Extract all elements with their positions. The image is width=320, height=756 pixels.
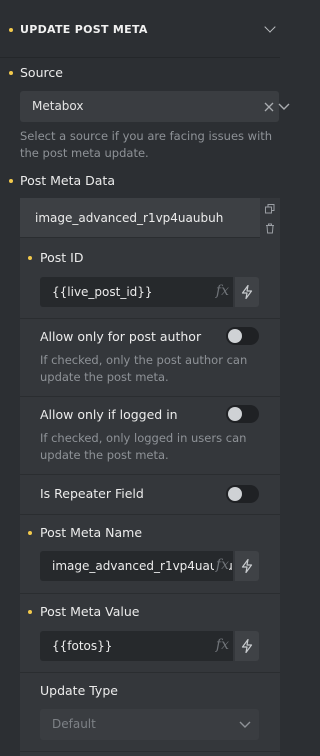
chevron-down-icon: [239, 721, 251, 728]
update-type-select[interactable]: Default: [40, 709, 259, 740]
dynamic-data-button[interactable]: [235, 277, 259, 307]
toggle-knob: [228, 329, 242, 343]
post-meta-name-input[interactable]: image_advanced_r1vp4uaubuh fx: [40, 551, 233, 581]
source-description: Select a source if you are facing issues…: [20, 129, 273, 160]
post-meta-data-label: Post Meta Data: [20, 173, 115, 188]
divider: [20, 514, 280, 515]
allow-logged-in-description: If checked, only logged in users can upd…: [40, 431, 247, 462]
post-meta-data-dot: [9, 179, 13, 183]
divider: [20, 751, 280, 752]
post-id-value: {{live_post_id}}: [52, 285, 153, 299]
toggle-knob: [228, 407, 242, 421]
repeater-item-actions: [260, 198, 280, 238]
toggle-knob: [228, 487, 242, 501]
fx-icon: fx: [215, 283, 229, 299]
divider: [20, 396, 280, 397]
is-repeater-label: Is Repeater Field: [40, 486, 144, 501]
repeater-item-title: image_advanced_r1vp4uaubuh: [35, 211, 224, 225]
duplicate-icon[interactable]: [265, 204, 275, 214]
divider: [20, 593, 280, 594]
dynamic-data-button[interactable]: [235, 631, 259, 661]
bolt-icon: [241, 559, 253, 573]
post-meta-value-input[interactable]: {{fotos}} fx: [40, 631, 233, 661]
dynamic-data-button[interactable]: [235, 551, 259, 581]
panel-title: UPDATE POST META: [20, 23, 148, 36]
divider: [20, 474, 280, 475]
allow-post-author-toggle[interactable]: [226, 327, 259, 345]
post-meta-value-value: {{fotos}}: [52, 639, 113, 653]
post-meta-value-label: Post Meta Value: [40, 604, 140, 619]
is-repeater-toggle[interactable]: [226, 485, 259, 503]
post-id-input[interactable]: {{live_post_id}} fx: [40, 277, 233, 307]
chevron-down-icon[interactable]: [278, 103, 290, 111]
allow-post-author-description: If checked, only the post author can upd…: [40, 353, 248, 384]
post-id-label: Post ID: [40, 250, 84, 265]
required-dot: [9, 28, 13, 32]
allow-logged-in-label: Allow only if logged in: [40, 407, 178, 422]
post-id-dot: [28, 256, 32, 260]
source-dot: [9, 71, 13, 75]
bolt-icon: [241, 639, 253, 653]
fx-icon: fx: [213, 557, 229, 573]
chevron-down-icon[interactable]: [264, 21, 276, 33]
update-type-label: Update Type: [40, 683, 118, 698]
repeater-item-header[interactable]: image_advanced_r1vp4uaubuh: [20, 198, 260, 238]
fx-icon: fx: [215, 637, 229, 653]
bolt-icon: [241, 285, 253, 299]
allow-post-author-label: Allow only for post author: [40, 329, 202, 344]
divider: [20, 672, 280, 673]
trash-icon[interactable]: [265, 223, 275, 234]
panel-header[interactable]: UPDATE POST META: [0, 0, 280, 58]
post-meta-name-dot: [28, 531, 32, 535]
source-select-value: Metabox: [32, 99, 84, 113]
post-meta-name-value: image_advanced_r1vp4uaubuh: [52, 559, 233, 573]
clear-icon[interactable]: [264, 102, 274, 112]
divider: [20, 318, 280, 319]
source-select[interactable]: Metabox: [20, 91, 290, 122]
update-type-placeholder: Default: [52, 717, 96, 731]
source-label: Source: [20, 65, 63, 80]
allow-logged-in-toggle[interactable]: [226, 405, 259, 423]
post-meta-value-dot: [28, 610, 32, 614]
post-meta-name-label: Post Meta Name: [40, 525, 143, 540]
